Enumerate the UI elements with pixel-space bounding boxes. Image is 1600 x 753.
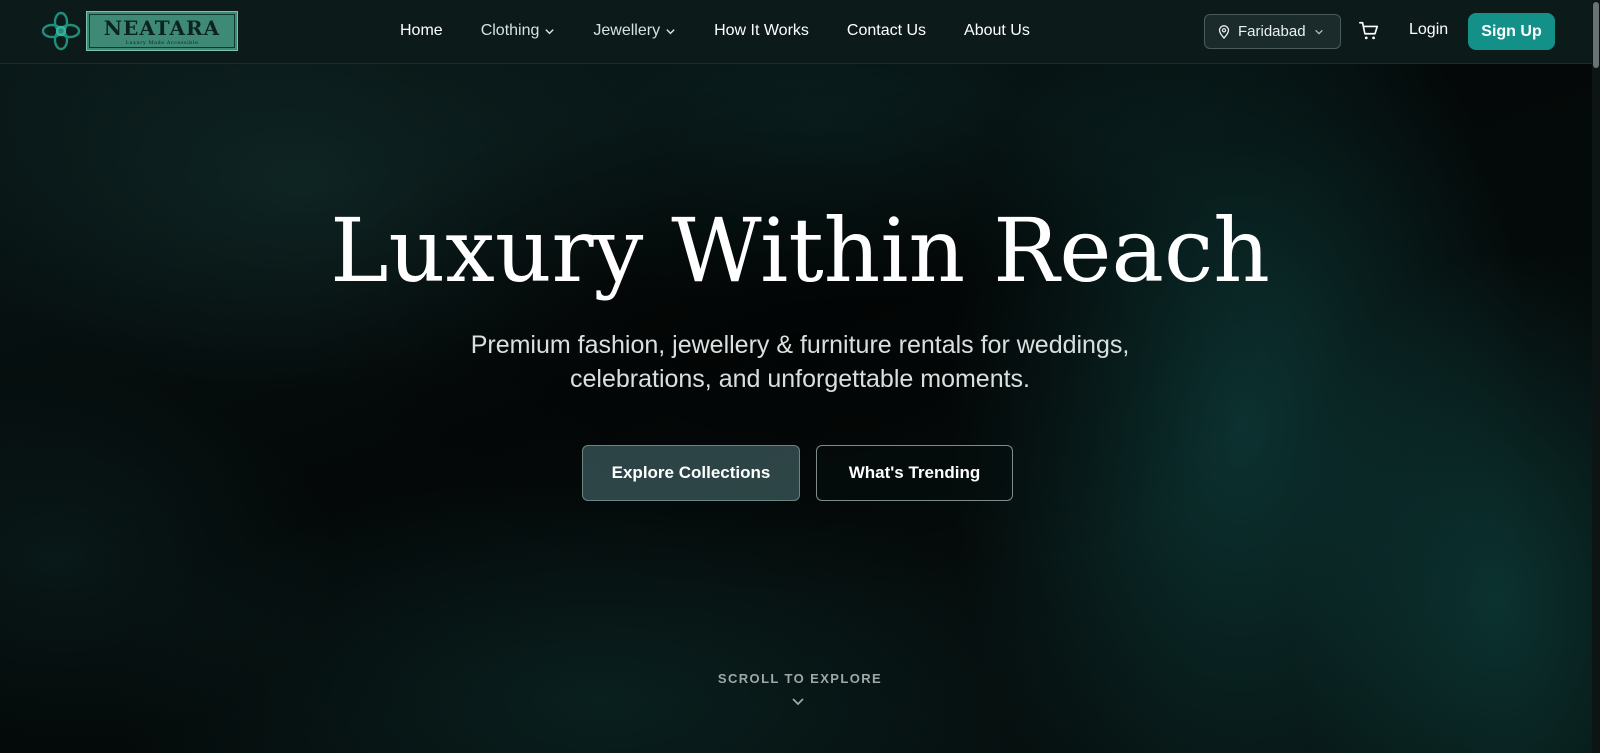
flower-knot-icon bbox=[41, 11, 81, 51]
logo-wordmark: NEATARA Luxury Made Accessible bbox=[86, 11, 238, 51]
page-scrollbar[interactable] bbox=[1592, 0, 1600, 753]
nav-item-label: Home bbox=[400, 22, 443, 39]
scrollbar-thumb[interactable] bbox=[1593, 2, 1599, 68]
nav-item-label: About Us bbox=[964, 22, 1030, 39]
navbar: NEATARA Luxury Made Accessible Home Clot… bbox=[0, 0, 1592, 64]
map-pin-icon bbox=[1218, 24, 1230, 39]
nav-item-label: Clothing bbox=[480, 22, 540, 39]
explore-collections-button[interactable]: Explore Collections bbox=[582, 445, 800, 501]
whats-trending-button[interactable]: What's Trending bbox=[816, 445, 1013, 501]
nav-item-label: Jewellery bbox=[593, 22, 661, 39]
nav-item-contact-us[interactable]: Contact Us bbox=[847, 22, 926, 40]
nav-item-about-us[interactable]: About Us bbox=[964, 22, 1030, 40]
hero-subtitle-line: celebrations, and unforgettable moments. bbox=[570, 365, 1030, 393]
nav-item-clothing[interactable]: Clothing bbox=[481, 22, 556, 40]
brand-name: NEATARA bbox=[103, 15, 221, 40]
login-link[interactable]: Login bbox=[1409, 21, 1448, 39]
chevron-down-icon bbox=[545, 28, 555, 34]
location-value: Faridabad bbox=[1238, 23, 1306, 40]
nav-item-home[interactable]: Home bbox=[400, 22, 443, 40]
chevron-down-icon bbox=[1314, 29, 1323, 35]
main-nav: Home Clothing Jewellery How It Works Con… bbox=[400, 20, 1068, 42]
signup-button[interactable]: Sign Up bbox=[1468, 13, 1555, 50]
scroll-hint: SCROLL TO EXPLORE bbox=[717, 671, 883, 686]
brand-logo[interactable]: NEATARA Luxury Made Accessible bbox=[40, 10, 238, 52]
chevron-down-icon[interactable] bbox=[791, 694, 805, 708]
chevron-down-icon bbox=[666, 28, 675, 34]
nav-item-label: Contact Us bbox=[846, 22, 927, 39]
hero-subtitle: Premium fashion, jewellery & furniture r… bbox=[400, 328, 1200, 396]
nav-item-label: How It Works bbox=[714, 22, 809, 39]
shopping-cart-icon[interactable] bbox=[1358, 20, 1380, 42]
brand-tagline: Luxury Made Accessible bbox=[125, 39, 199, 46]
location-select[interactable]: Faridabad bbox=[1204, 14, 1341, 49]
hero-title: Luxury Within Reach bbox=[330, 199, 1270, 302]
nav-item-jewellery[interactable]: Jewellery bbox=[593, 22, 676, 40]
hero-subtitle-line: Premium fashion, jewellery & furniture r… bbox=[470, 331, 1130, 359]
nav-item-how-it-works[interactable]: How It Works bbox=[714, 22, 809, 40]
